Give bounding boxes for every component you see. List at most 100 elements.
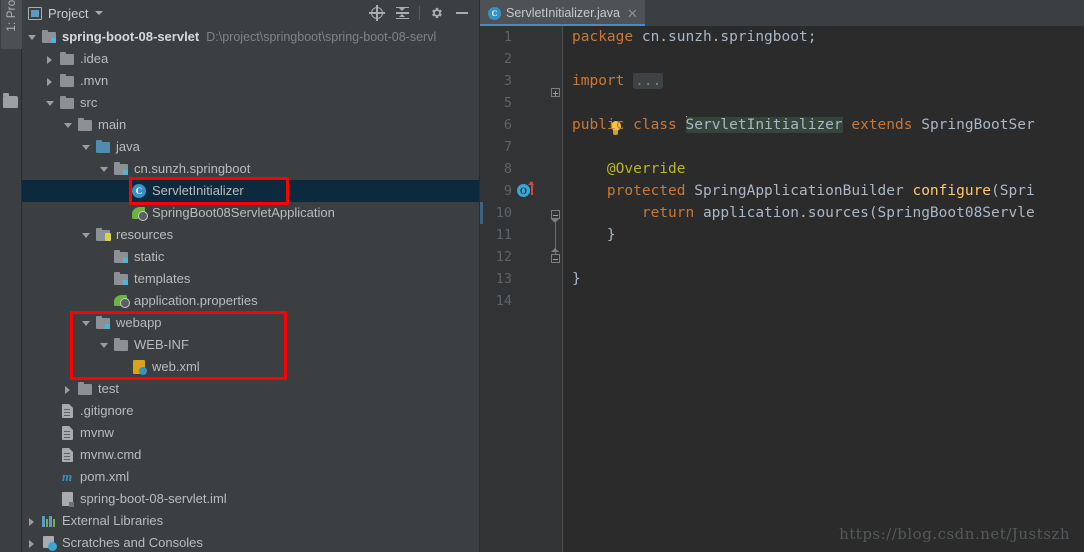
- tree-node-spring-boot-08-servlet-iml[interactable]: spring-boot-08-servlet.iml: [22, 488, 479, 510]
- tool-window-button-label: 1: Project: [6, 0, 18, 32]
- tree-node-springboot08servletapplication[interactable]: SpringBoot08ServletApplication: [22, 202, 479, 224]
- chevron-down-icon[interactable]: [80, 317, 92, 329]
- gutter-line: 2: [480, 48, 548, 70]
- editor-area: C ServletInitializer.java ✕ 1 2 3 5 6 7 8 9 O 10 1…: [480, 0, 1084, 552]
- tree-node-spring-boot-08-servlet[interactable]: spring-boot-08-servlet D:\project\springb…: [22, 26, 479, 48]
- close-icon[interactable]: ✕: [627, 7, 638, 20]
- tree-node-main[interactable]: main: [22, 114, 479, 136]
- tree-node-web-xml[interactable]: web.xml: [22, 356, 479, 378]
- text-file-icon: [59, 447, 75, 463]
- tree-node-gitignore[interactable]: .gitignore: [22, 400, 479, 422]
- tree-node-web-inf[interactable]: WEB-INF: [22, 334, 479, 356]
- tree-node-templates[interactable]: templates: [22, 268, 479, 290]
- tree-node-src[interactable]: src: [22, 92, 479, 114]
- chevron-down-icon[interactable]: [98, 339, 110, 351]
- chevron-right-icon[interactable]: [44, 53, 56, 65]
- code-token: @Override: [572, 161, 686, 177]
- gutter-line: 10: [480, 202, 548, 224]
- tree-node-external-libraries[interactable]: External Libraries: [22, 510, 479, 532]
- project-panel-title-group[interactable]: Project: [28, 6, 104, 21]
- tree-node-java[interactable]: java: [22, 136, 479, 158]
- folder-icon: [59, 73, 75, 89]
- override-method-icon[interactable]: O: [517, 184, 530, 197]
- tree-node-idea[interactable]: .idea: [22, 48, 479, 70]
- tree-node-test[interactable]: test: [22, 378, 479, 400]
- chevron-right-icon[interactable]: [26, 515, 38, 527]
- code-line[interactable]: }: [572, 268, 1084, 290]
- chevron-down-icon[interactable]: [26, 31, 38, 43]
- chevron-right-icon[interactable]: [62, 383, 74, 395]
- project-tree[interactable]: spring-boot-08-servlet D:\project\springb…: [22, 26, 479, 552]
- chevron-down-icon[interactable]: [80, 141, 92, 153]
- code-text[interactable]: package cn.sunzh.springboot; import ... pu…: [563, 26, 1084, 552]
- tree-node-label: spring-boot-08-servlet.iml: [80, 491, 227, 506]
- code-token: SpringBootSer: [921, 117, 1035, 133]
- code-line[interactable]: return application.sources(SpringBoot08S…: [572, 202, 1084, 224]
- resources-root-icon: [96, 227, 111, 241]
- gutter-marker-slot: O: [514, 180, 548, 202]
- locate-file-button[interactable]: [366, 2, 388, 24]
- tool-window-button-project[interactable]: 1: Project: [1, 0, 23, 49]
- chevron-down-icon[interactable]: [98, 163, 110, 175]
- spring-properties-icon: [113, 293, 130, 309]
- tree-node-cn-sunzh-springboot[interactable]: cn.sunzh.springboot: [22, 158, 479, 180]
- tree-node-webapp[interactable]: webapp: [22, 312, 479, 334]
- gutter-marker-slot: [514, 48, 548, 70]
- editor-tab-servletinitializer[interactable]: C ServletInitializer.java ✕: [480, 0, 645, 26]
- tree-node-mvnw-cmd[interactable]: mvnw.cmd: [22, 444, 479, 466]
- collapse-all-button[interactable]: [391, 2, 413, 24]
- chevron-down-icon[interactable]: [80, 229, 92, 241]
- fold-column[interactable]: [548, 26, 563, 552]
- code-line[interactable]: public class ServletInitializer extends …: [572, 114, 1084, 136]
- code-line[interactable]: [572, 290, 1084, 312]
- editor-gutter[interactable]: 1 2 3 5 6 7 8 9 O 10 11 12 13 14: [480, 26, 548, 552]
- tree-node-scratches-and-consoles[interactable]: Scratches and Consoles: [22, 532, 479, 552]
- settings-button[interactable]: [426, 2, 448, 24]
- gutter-marker-slot: [514, 202, 548, 224]
- code-line[interactable]: [572, 246, 1084, 268]
- gutter-line: 5: [480, 92, 548, 114]
- code-line[interactable]: }: [572, 224, 1084, 246]
- chevron-down-icon[interactable]: [95, 11, 104, 15]
- code-line[interactable]: @Override: [572, 158, 1084, 180]
- code-line[interactable]: [572, 48, 1084, 70]
- tree-node-application-properties[interactable]: application.properties: [22, 290, 479, 312]
- tree-node-label: .gitignore: [80, 403, 134, 418]
- code-token: ServletInitializer: [685, 117, 843, 133]
- fold-collapse-icon-top[interactable]: [550, 210, 560, 219]
- hide-panel-button[interactable]: [451, 2, 473, 24]
- fold-expand-icon[interactable]: [550, 88, 560, 97]
- code-line[interactable]: [572, 92, 1084, 114]
- chevron-right-icon[interactable]: [26, 537, 38, 549]
- chevron-down-icon[interactable]: [44, 97, 56, 109]
- editor-tab-bar: C ServletInitializer.java ✕: [480, 0, 1084, 26]
- fold-collapse-icon-bottom[interactable]: [550, 254, 560, 263]
- tree-node-label: Scratches and Consoles: [62, 535, 203, 550]
- gutter-marker-slot: [514, 224, 548, 246]
- tree-node-pom-xml[interactable]: m pom.xml: [22, 466, 479, 488]
- chevron-right-icon[interactable]: [44, 75, 56, 87]
- tree-node-static[interactable]: static: [22, 246, 479, 268]
- code-line[interactable]: package cn.sunzh.springboot;: [572, 26, 1084, 48]
- code-line[interactable]: protected SpringApplicationBuilder confi…: [572, 180, 1084, 202]
- line-number: 10: [495, 205, 512, 221]
- chevron-down-icon[interactable]: [62, 119, 74, 131]
- tree-node-label: test: [98, 381, 119, 396]
- tree-node-resources[interactable]: resources: [22, 224, 479, 246]
- tree-node-mvn[interactable]: .mvn: [22, 70, 479, 92]
- tree-node-servletinitializer[interactable]: C ServletInitializer: [22, 180, 479, 202]
- java-class-icon: C: [488, 6, 501, 20]
- folder-icon: [77, 381, 93, 397]
- tree-node-label: src: [80, 95, 98, 110]
- locate-icon: [369, 5, 385, 21]
- code-line[interactable]: [572, 136, 1084, 158]
- code-line[interactable]: import ...: [572, 70, 1084, 92]
- tree-node-label: templates: [134, 271, 191, 286]
- tree-node-mvnw[interactable]: mvnw: [22, 422, 479, 444]
